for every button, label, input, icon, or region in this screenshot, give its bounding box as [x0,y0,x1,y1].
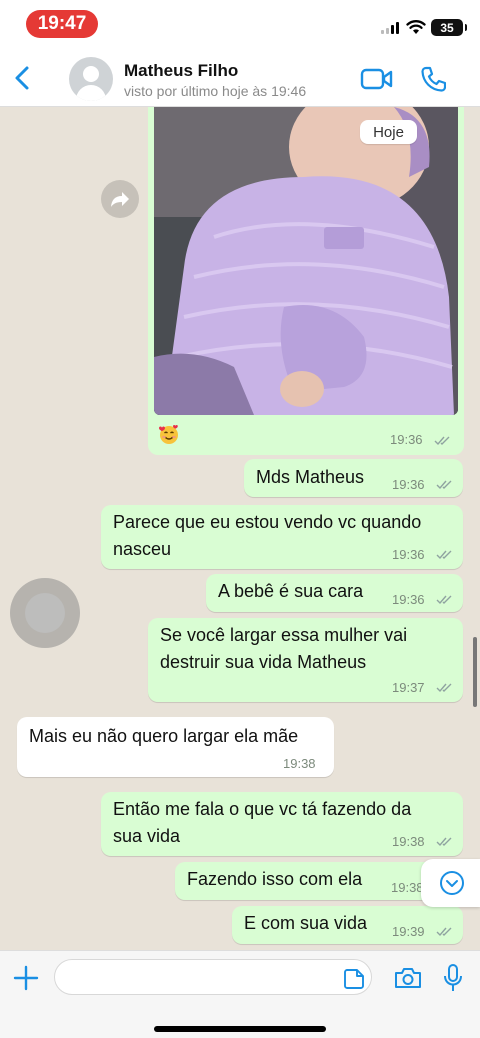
read-ticks-icon [434,436,450,446]
message-text: Fazendo isso com ela [187,869,363,889]
outgoing-message[interactable]: Parece que eu estou vendo vc quando nasc… [101,505,463,569]
status-time: 19:47 [26,10,98,38]
sticker-icon[interactable] [343,968,365,990]
read-ticks-icon [436,683,452,693]
outgoing-message[interactable]: A bebê é sua cara 19:36 [206,574,463,612]
scroll-to-bottom-button[interactable] [421,859,480,907]
read-ticks-icon [436,837,452,847]
message-text: Mds Matheus [256,467,365,487]
signal-icon [381,22,399,34]
back-chevron-icon[interactable] [10,62,36,94]
message-text: Parece que eu estou vendo vc quando [113,512,422,532]
forward-icon [111,192,129,207]
assistive-touch-button[interactable] [10,578,80,648]
message-text: Se você largar essa mulher vai [160,625,408,645]
wifi-icon [406,20,426,34]
avatar[interactable] [69,57,113,101]
chat-header: Matheus Filho visto por último hoje às 1… [0,50,480,107]
chat-area[interactable]: Hoje 🥰 19:36 Mds Matheus 19:36 [0,107,480,950]
forward-button[interactable] [101,180,139,218]
message-text: E com sua vida [244,913,368,933]
video-call-icon[interactable] [360,66,394,92]
contact-last-seen: visto por último hoje às 19:46 [124,83,307,99]
message-time: 19:38 [391,880,424,895]
message-text: Então me fala o que vc tá fazendo da [113,799,412,819]
smiling-face-with-hearts-icon [159,425,178,444]
message-text: A bebê é sua cara [218,581,364,601]
outgoing-message[interactable]: Então me fala o que vc tá fazendo da sua… [101,792,463,856]
read-ticks-icon [436,927,452,937]
message-time: 19:36 [392,547,425,562]
incoming-message[interactable]: Mais eu não quero largar ela mãe 19:38 [17,717,334,777]
baby-photo[interactable] [154,107,458,415]
message-time: 19:36 [392,477,425,492]
message-text: nasceu [113,539,172,559]
message-text: Mais eu não quero largar ela mãe [29,726,299,746]
message-time: 19:38 [392,834,425,849]
outgoing-message[interactable]: Fazendo isso com ela 19:38 [175,862,463,900]
message-time: 19:37 [392,680,425,695]
camera-icon[interactable] [393,966,423,990]
message-time: 19:38 [283,756,316,771]
read-ticks-icon [436,550,452,560]
outgoing-message[interactable]: Se você largar essa mulher vai destruir … [148,618,463,702]
home-indicator [154,1026,326,1032]
message-text: sua vida [113,826,181,846]
outgoing-message[interactable]: E com sua vida 19:39 [232,906,463,944]
date-chip: Hoje [360,120,417,144]
status-bar: 19:47 35 [0,0,480,50]
message-time: 19:36 [390,432,423,447]
plus-icon[interactable] [13,965,39,991]
message-time: 19:39 [392,924,425,939]
scrollbar[interactable] [473,637,477,707]
image-message-bubble[interactable]: Hoje 🥰 19:36 [148,107,464,455]
battery-icon: 35 [431,19,467,36]
voice-call-icon[interactable] [420,65,446,93]
chevron-down-circle-icon [440,871,464,895]
message-time: 19:36 [392,592,425,607]
message-composer [0,950,480,1038]
read-ticks-icon [436,480,452,490]
message-text: destruir sua vida Matheus [160,652,367,672]
contact-name[interactable]: Matheus Filho [124,61,238,81]
baby-photo-illustration [154,107,458,415]
outgoing-message[interactable]: Mds Matheus 19:36 [244,459,463,497]
caption-emoji: 🥰 [158,423,180,445]
message-input[interactable] [54,959,372,995]
microphone-icon[interactable] [443,963,463,993]
read-ticks-icon [436,595,452,605]
